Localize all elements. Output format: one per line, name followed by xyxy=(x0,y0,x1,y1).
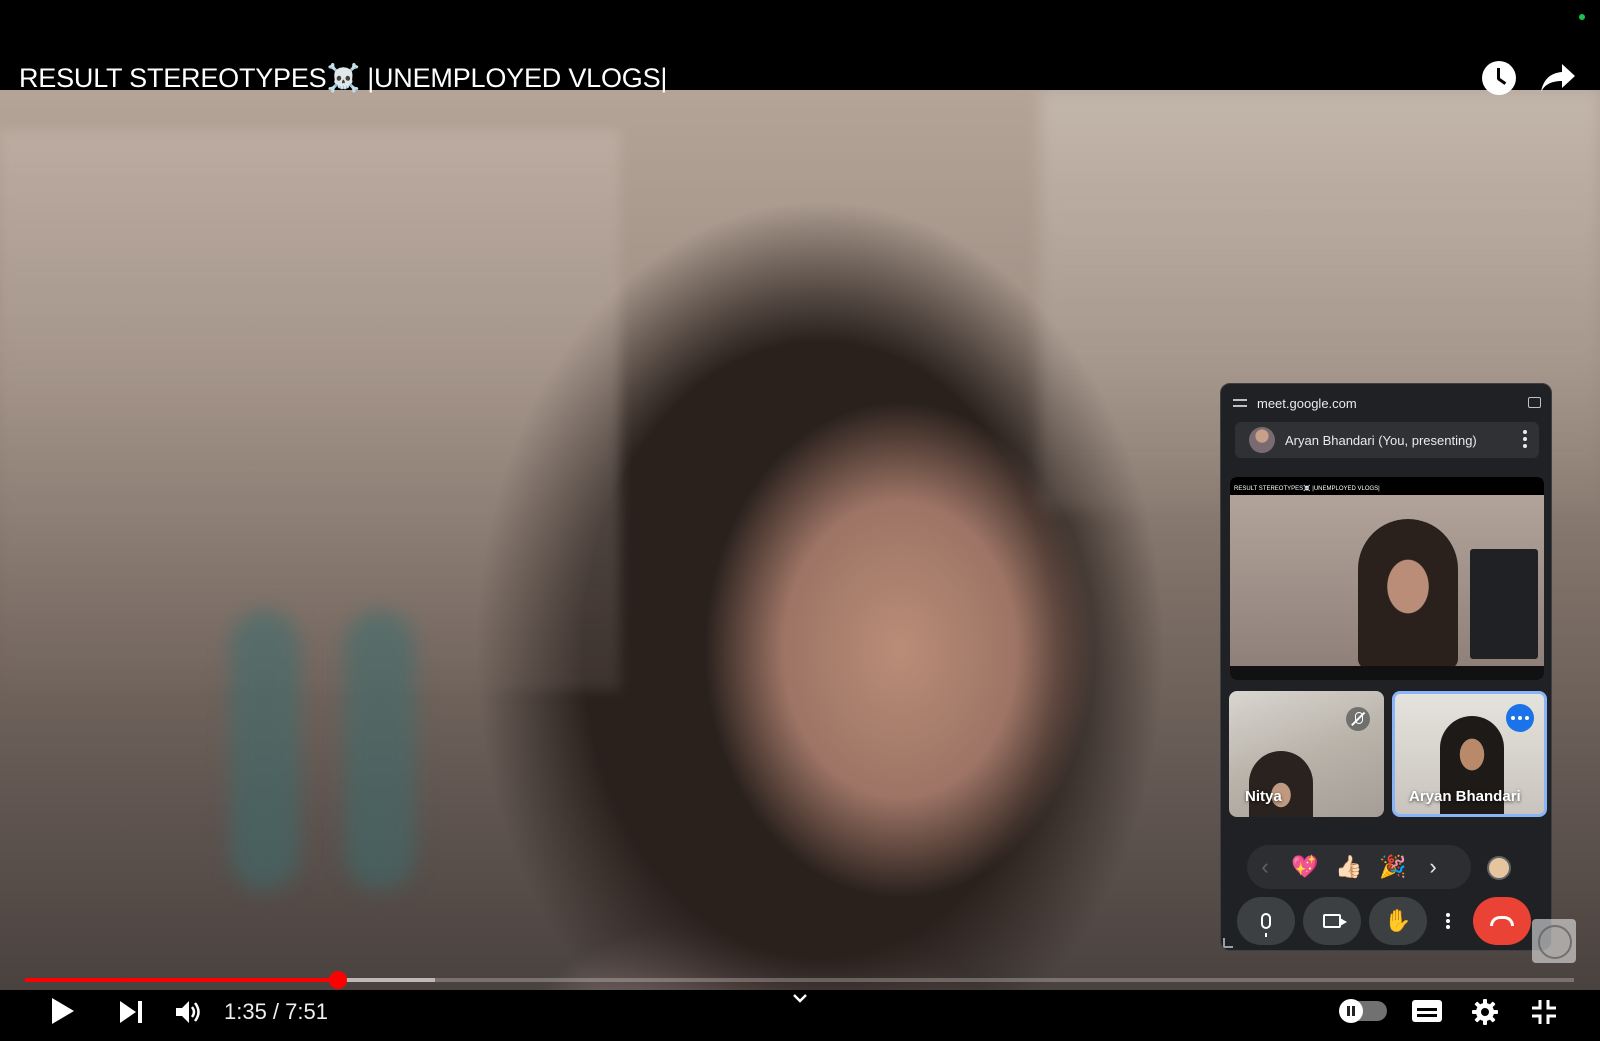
progress-bar[interactable] xyxy=(25,971,1574,989)
player-top-bar: RESULT STEREOTYPES☠️ |UNEMPLOYED VLOGS| xyxy=(0,0,1600,95)
raise-hand-button[interactable]: ✋ xyxy=(1369,897,1427,945)
chevron-down-icon[interactable] xyxy=(791,990,809,1008)
progress-played xyxy=(25,978,338,982)
share-arrow-icon[interactable] xyxy=(1540,62,1576,94)
pip-url-bar: meet.google.com xyxy=(1233,392,1541,414)
volume-icon[interactable] xyxy=(174,999,202,1025)
autoplay-toggle[interactable] xyxy=(1339,999,1387,1023)
meet-pip-window[interactable]: meet.google.com Aryan Bhandari (You, pre… xyxy=(1220,383,1552,951)
status-indicator xyxy=(1579,14,1585,20)
leave-call-button[interactable] xyxy=(1473,897,1531,945)
time-display: 1:35 / 7:51 xyxy=(224,999,328,1024)
more-options-button[interactable] xyxy=(1437,897,1459,945)
shared-screen-preview: RESULT STEREOTYPES☠️ |UNEMPLOYED VLOGS| xyxy=(1230,477,1544,680)
pip-url: meet.google.com xyxy=(1257,395,1357,411)
pause-icon xyxy=(1339,999,1363,1023)
reaction-heart[interactable]: 💖 xyxy=(1283,854,1327,880)
camera-icon[interactable] xyxy=(1528,397,1541,408)
reaction-thumbs-up[interactable]: 👍🏻 xyxy=(1327,854,1371,880)
progress-scrubber[interactable] xyxy=(328,971,347,989)
shared-screen-title: RESULT STEREOTYPES☠️ |UNEMPLOYED VLOGS| xyxy=(1234,486,1380,492)
shared-screen-pip xyxy=(1470,549,1538,659)
mic-off-icon xyxy=(1346,707,1370,731)
meet-controls: ✋ xyxy=(1237,897,1537,945)
background-building xyxy=(0,130,620,690)
resize-handle[interactable] xyxy=(1223,938,1233,948)
hang-up-icon xyxy=(1490,916,1514,926)
participant-tile-nitya[interactable]: Nitya xyxy=(1229,691,1384,817)
camera-button[interactable] xyxy=(1303,897,1361,945)
site-settings-icon[interactable] xyxy=(1233,397,1247,409)
hand-icon: ✋ xyxy=(1384,908,1412,933)
reaction-party-popper[interactable]: 🎉 xyxy=(1371,854,1415,880)
chevron-right-icon[interactable]: › xyxy=(1415,854,1451,880)
gear-icon[interactable] xyxy=(1471,998,1499,1026)
microphone-button[interactable] xyxy=(1237,897,1295,945)
more-dots-icon[interactable] xyxy=(1506,704,1534,732)
avatar xyxy=(1249,427,1275,453)
participant-name: Aryan Bhandari xyxy=(1409,788,1521,805)
play-icon[interactable] xyxy=(52,998,74,1024)
chevron-left-icon[interactable]: ‹ xyxy=(1247,854,1283,880)
shared-screen-subject xyxy=(1358,519,1458,669)
player-controls: 1:35 / 7:51 xyxy=(0,990,1600,1041)
fullscreen-exit-icon[interactable] xyxy=(1530,998,1558,1026)
participant-tile-aryan[interactable]: Aryan Bhandari xyxy=(1392,691,1547,817)
subtitles-icon[interactable] xyxy=(1412,1000,1442,1022)
video-camera-icon xyxy=(1323,914,1347,928)
presenter-label: Aryan Bhandari (You, presenting) xyxy=(1285,432,1477,448)
background-figure xyxy=(345,610,415,890)
clock-icon[interactable] xyxy=(1482,61,1516,95)
presenter-bar[interactable]: Aryan Bhandari (You, presenting) xyxy=(1235,422,1539,458)
video-title[interactable]: RESULT STEREOTYPES☠️ |UNEMPLOYED VLOGS| xyxy=(19,62,667,94)
reaction-bar: ‹ 💖 👍🏻 🎉 › xyxy=(1247,845,1471,889)
channel-watermark[interactable] xyxy=(1532,919,1576,963)
background-figure xyxy=(230,610,300,890)
participant-name: Nitya xyxy=(1245,788,1282,805)
more-vertical-icon xyxy=(1446,911,1450,931)
next-icon[interactable] xyxy=(120,1001,142,1023)
more-options-icon[interactable] xyxy=(1523,430,1527,450)
participant-video xyxy=(1249,751,1313,817)
skin-tone-picker[interactable] xyxy=(1487,856,1511,880)
microphone-icon xyxy=(1261,913,1271,937)
